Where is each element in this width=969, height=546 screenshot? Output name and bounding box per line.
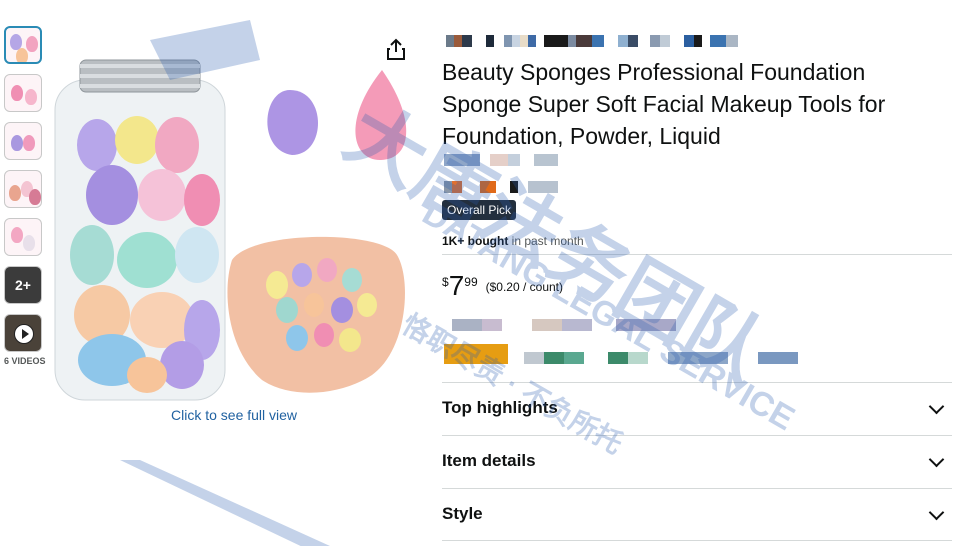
accordion-label: Top highlights bbox=[442, 398, 558, 417]
store-link-redacted[interactable] bbox=[446, 34, 738, 47]
bought-count: 1K+ bought bbox=[442, 234, 509, 248]
unit-price: ($0.20 / count) bbox=[485, 280, 564, 294]
share-icon[interactable] bbox=[385, 38, 407, 62]
overall-pick-badge[interactable]: Overall Pick bbox=[442, 200, 517, 220]
variant-options-redacted[interactable] bbox=[452, 318, 676, 331]
price-symbol: $ bbox=[442, 275, 449, 289]
price-fraction: 99 bbox=[464, 275, 478, 289]
more-count: 2+ bbox=[15, 277, 31, 293]
see-full-view-link[interactable]: Click to see full view bbox=[171, 407, 297, 423]
divider bbox=[442, 540, 952, 541]
chevron-down-icon bbox=[928, 506, 944, 522]
divider bbox=[442, 254, 952, 255]
thumbnail-video[interactable] bbox=[4, 314, 42, 352]
thumbnail-1[interactable] bbox=[4, 26, 42, 64]
chevron-down-icon bbox=[928, 400, 944, 416]
price-block: $ 7 99 ($0.20 / count) bbox=[442, 272, 563, 300]
accordion-label: Item details bbox=[442, 451, 536, 470]
accordion-style[interactable]: Style bbox=[442, 488, 952, 540]
product-main-image[interactable] bbox=[52, 30, 422, 405]
thumbnail-3[interactable] bbox=[4, 122, 42, 160]
thumbnail-strip: 2+ 6 VIDEOS bbox=[4, 26, 46, 366]
thumbnail-4[interactable] bbox=[4, 170, 42, 208]
thumbnail-5[interactable] bbox=[4, 218, 42, 256]
product-title: Beauty Sponges Professional Foundation S… bbox=[442, 59, 886, 149]
accordion-top-highlights[interactable]: Top highlights bbox=[442, 382, 952, 434]
bought-period: in past month bbox=[508, 234, 584, 248]
delivery-info-redacted[interactable] bbox=[444, 344, 798, 364]
videos-label[interactable]: 6 VIDEOS bbox=[4, 356, 46, 366]
accordion-item-details[interactable]: Item details bbox=[442, 435, 952, 487]
price-whole: 7 bbox=[448, 270, 465, 301]
bought-in-past-month: 1K+ bought in past month bbox=[442, 234, 584, 248]
thumbnail-more[interactable]: 2+ bbox=[4, 266, 42, 304]
accordion-label: Style bbox=[442, 504, 483, 523]
chevron-down-icon bbox=[928, 453, 944, 469]
brand-info-redacted bbox=[444, 180, 558, 193]
play-icon bbox=[14, 324, 34, 344]
thumbnail-2[interactable] bbox=[4, 74, 42, 112]
ratings-redacted[interactable] bbox=[444, 153, 558, 166]
